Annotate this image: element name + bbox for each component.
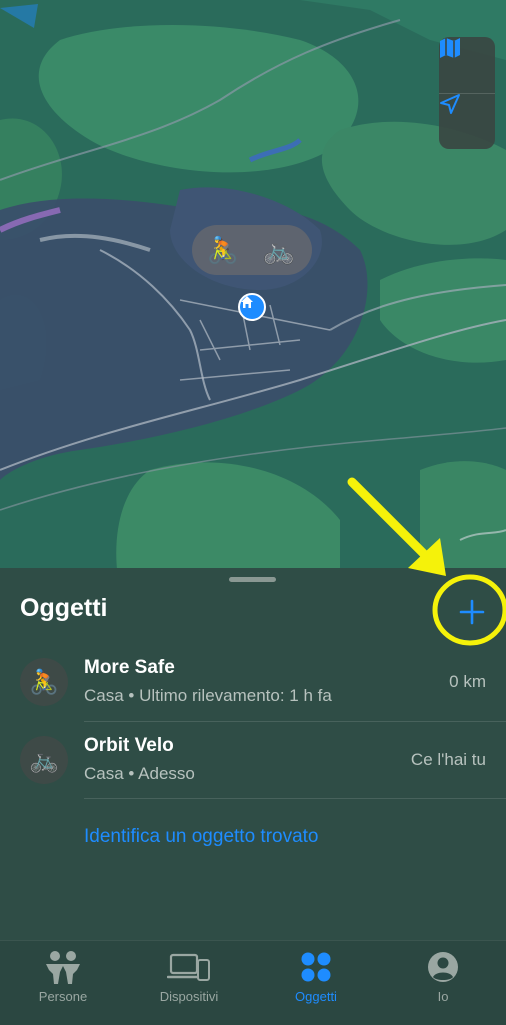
list-item[interactable]: 🚲 Orbit Velo Casa • Adesso Ce l'hai tu	[0, 722, 506, 798]
tab-devices[interactable]: Dispositivi	[126, 947, 252, 1017]
identify-found-item-link[interactable]: Identifica un oggetto trovato	[84, 826, 319, 848]
map-mode-button[interactable]	[439, 37, 495, 94]
cyclist-emoji-icon: 🚴	[20, 658, 68, 706]
item-name: More Safe	[84, 657, 175, 678]
map-icon	[440, 38, 460, 58]
items-sheet: Oggetti 🚴 More Safe Casa • Ultimo rileva…	[0, 568, 506, 940]
location-arrow-icon	[440, 94, 460, 114]
people-icon	[46, 951, 80, 984]
tab-label: Persone	[38, 989, 88, 1004]
add-item-button[interactable]	[454, 594, 490, 630]
list-item[interactable]: 🚴 More Safe Casa • Ultimo rilevamento: 1…	[0, 644, 506, 720]
row-divider	[84, 798, 506, 799]
bicycle-emoji-icon: 🚲	[20, 736, 68, 784]
item-distance: Ce l'hai tu	[410, 750, 486, 769]
tab-bar: Persone Dispositivi Oggetti Io	[0, 940, 506, 1025]
item-status: Casa • Ultimo rilevamento: 1 h fa	[84, 686, 332, 705]
heading-beam	[0, 4, 38, 28]
cyclist-emoji-icon: 🚴	[206, 234, 240, 265]
item-distance: 0 km	[449, 672, 486, 691]
home-pin[interactable]	[238, 293, 266, 321]
bicycle-emoji-icon: 🚲	[262, 234, 296, 265]
tab-me[interactable]: Io	[380, 947, 506, 1017]
home-icon	[241, 296, 253, 308]
map-view[interactable]: 🚴 🚲	[0, 0, 506, 590]
tab-people[interactable]: Persone	[0, 947, 126, 1017]
item-cluster-bubble[interactable]: 🚴 🚲	[192, 225, 312, 275]
plus-icon	[459, 599, 485, 625]
item-name: Orbit Velo	[84, 735, 174, 756]
tab-items[interactable]: Oggetti	[253, 947, 379, 1017]
tab-label: Io	[437, 989, 449, 1004]
item-status: Casa • Adesso	[84, 764, 195, 783]
map-controls	[439, 37, 495, 149]
my-location-button[interactable]	[439, 93, 495, 149]
tab-label: Oggetti	[295, 989, 337, 1004]
sheet-grabber[interactable]	[229, 577, 276, 582]
items-grid-icon	[301, 952, 331, 982]
tab-label: Dispositivi	[159, 989, 219, 1004]
person-circle-icon	[428, 952, 458, 982]
devices-icon	[167, 953, 210, 981]
sheet-title: Oggetti	[20, 594, 108, 622]
